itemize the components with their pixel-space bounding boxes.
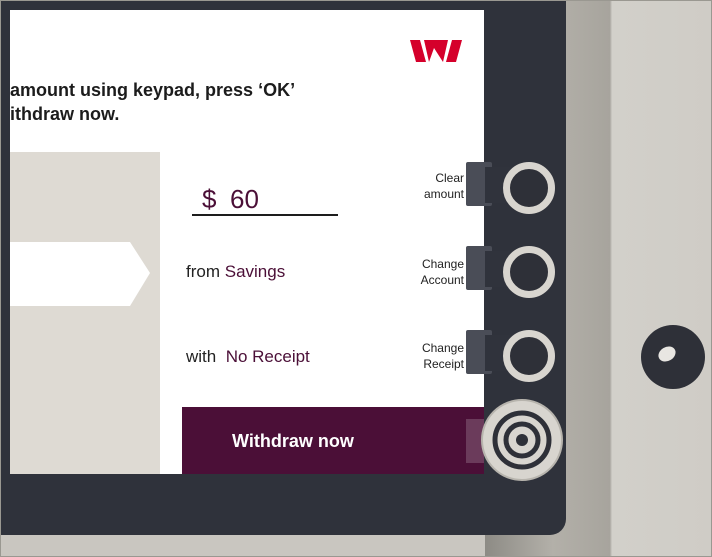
image-frame — [0, 0, 712, 557]
